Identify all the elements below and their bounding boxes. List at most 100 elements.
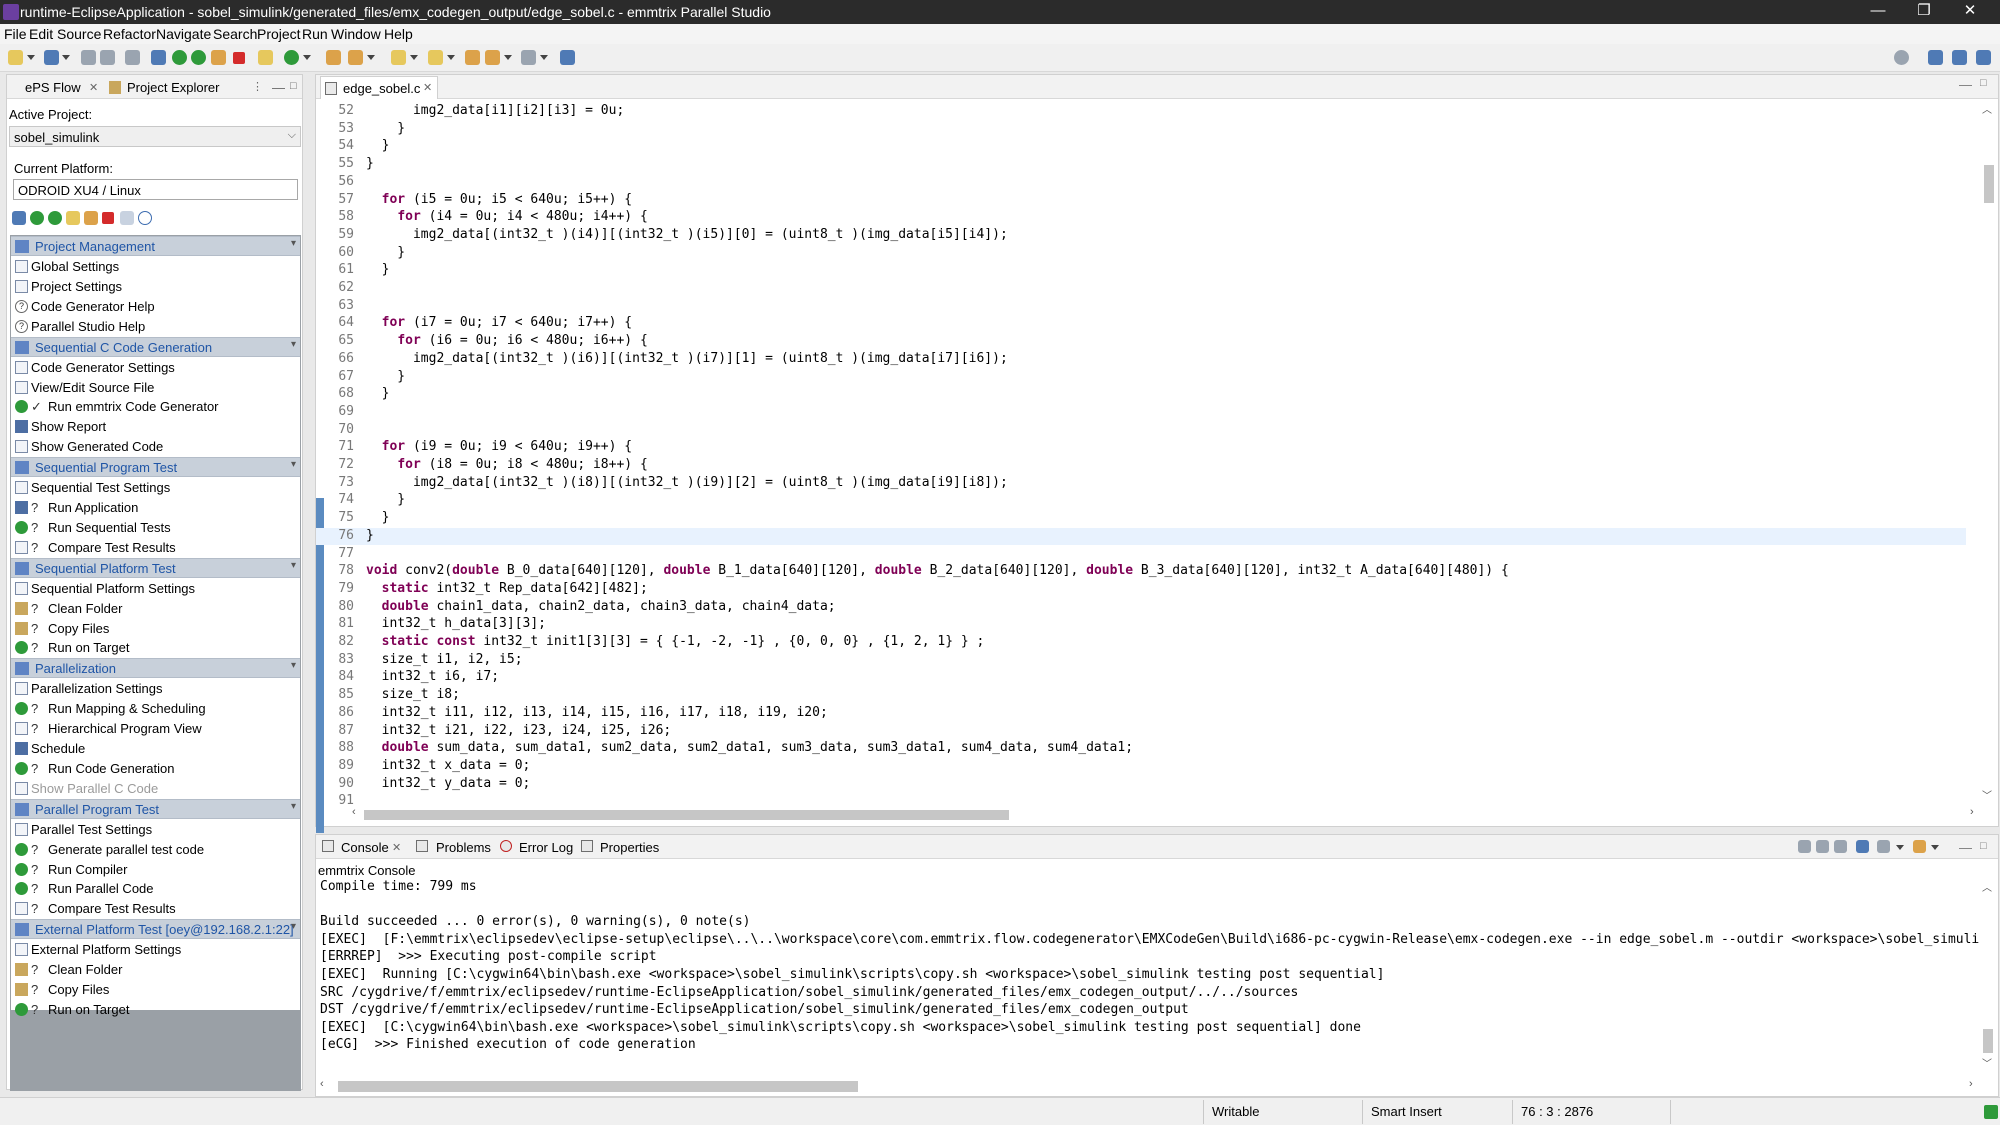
flow-item[interactable]: ? Copy Files: [11, 980, 300, 1000]
tab-edge-sobel-c[interactable]: edge_sobel.c ✕: [320, 76, 438, 99]
console-output[interactable]: Compile time: 799 ms Build succeeded ...…: [320, 879, 1980, 1064]
collapse-icon[interactable]: ▾: [291, 459, 296, 470]
code-line[interactable]: 64 for (i7 = 0u; i7 < 640u; i7++) {: [316, 315, 1966, 333]
code-line[interactable]: 89 int32_t x_data = 0;: [316, 758, 1966, 776]
code-line[interactable]: 52 img2_data[i1][i2][i3] = 0u;: [316, 103, 1966, 121]
maximize-view-icon[interactable]: □: [290, 80, 297, 92]
maximize-editor-icon[interactable]: □: [1980, 77, 1987, 89]
flow-item[interactable]: Parallel Test Settings: [11, 820, 300, 840]
collapse-icon[interactable]: ▾: [291, 238, 296, 249]
code-line[interactable]: 53 }: [316, 121, 1966, 139]
flow-help-icon[interactable]: [138, 211, 152, 225]
open-console-icon[interactable]: [1913, 840, 1926, 853]
code-line[interactable]: 82 static const int32_t init1[3][3] = { …: [316, 634, 1966, 652]
flow-item[interactable]: ? Run Code Generation: [11, 759, 300, 779]
code-line[interactable]: 76}: [316, 527, 1966, 546]
forward-dropdown-icon[interactable]: [540, 55, 548, 60]
menu-source[interactable]: Source: [57, 26, 101, 42]
maximize-button[interactable]: ❐: [1901, 0, 1947, 24]
code-line[interactable]: 78 void conv2(double B_0_data[640][120], …: [316, 563, 1966, 581]
flow-item[interactable]: Show Report: [11, 417, 300, 437]
tools-dropdown-icon[interactable]: [367, 55, 375, 60]
code-line[interactable]: 75 }: [316, 510, 1966, 528]
word-wrap-icon[interactable]: [1834, 840, 1847, 853]
code-text[interactable]: 52 img2_data[i1][i2][i3] = 0u; 53 } 54 } 55…: [316, 101, 1966, 805]
tab-properties[interactable]: Properties: [600, 840, 659, 855]
code-line[interactable]: 80 double chain1_data, chain2_data, chai…: [316, 599, 1966, 617]
scroll-left-icon[interactable]: ‹: [320, 1078, 324, 1090]
flow-item[interactable]: Code Generator Settings: [11, 358, 300, 378]
code-line[interactable]: 85 size_t i8;: [316, 687, 1966, 705]
flow-item[interactable]: ? Run Sequential Tests: [11, 518, 300, 538]
flow-item[interactable]: ? Run Parallel Code: [11, 879, 300, 899]
run-icon[interactable]: [172, 50, 187, 65]
code-line[interactable]: 61 }: [316, 262, 1966, 280]
flow-stop-icon[interactable]: [102, 212, 114, 224]
scroll-thumb[interactable]: [364, 810, 1009, 820]
debug-dropdown-icon[interactable]: [303, 55, 311, 60]
code-line[interactable]: 91: [316, 793, 1966, 805]
view-menu-icon[interactable]: ⋮: [252, 80, 263, 93]
current-platform-field[interactable]: ODROID XU4 / Linux: [13, 179, 298, 200]
editor-horizontal-scrollbar[interactable]: ‹ ›: [352, 806, 1978, 822]
open-console-dropdown-icon[interactable]: [1931, 845, 1939, 850]
code-line[interactable]: 77: [316, 546, 1966, 564]
pin-icon[interactable]: [560, 50, 575, 65]
tab-console[interactable]: Console: [341, 840, 389, 855]
last-edit-icon[interactable]: [465, 50, 480, 65]
minimize-button[interactable]: —: [1855, 0, 1901, 24]
flow-item[interactable]: ? Run Mapping & Scheduling: [11, 699, 300, 719]
flow-item[interactable]: ? Run Application: [11, 498, 300, 518]
new-dropdown-icon[interactable]: [27, 55, 35, 60]
flow-item[interactable]: Show Generated Code: [11, 437, 300, 457]
close-button[interactable]: ✕: [1947, 0, 1993, 24]
flow-section-header[interactable]: Sequential C Code Generation ▾: [11, 336, 300, 357]
flow-item[interactable]: Project Settings: [11, 277, 300, 297]
minimize-console-icon[interactable]: —: [1959, 840, 1972, 855]
flow-item[interactable]: ? Run on Target: [11, 638, 300, 658]
code-line[interactable]: 83 size_t i1, i2, i5;: [316, 652, 1966, 670]
scroll-lock-icon[interactable]: [1816, 840, 1829, 853]
pin-console-icon[interactable]: [1856, 840, 1869, 853]
open-dropdown-icon[interactable]: [62, 55, 70, 60]
new-icon[interactable]: [8, 50, 23, 65]
flow-item[interactable]: View/Edit Source File: [11, 378, 300, 398]
next-annotation-dropdown-icon[interactable]: [410, 55, 418, 60]
save-all-icon[interactable]: [100, 50, 115, 65]
scroll-up-icon[interactable]: ︿: [1982, 879, 1992, 894]
code-line[interactable]: 84 int32_t i6, i7;: [316, 669, 1966, 687]
tab-error-log[interactable]: Error Log: [519, 840, 573, 855]
flow-item[interactable]: Sequential Platform Settings: [11, 579, 300, 599]
flow-item[interactable]: ? Compare Test Results: [11, 899, 300, 919]
code-line[interactable]: 57 for (i5 = 0u; i5 < 640u; i5++) {: [316, 192, 1966, 210]
package-icon[interactable]: [326, 50, 341, 65]
close-icon[interactable]: ✕: [423, 81, 432, 94]
open-perspective-icon[interactable]: [1928, 50, 1943, 65]
collapse-icon[interactable]: ▾: [291, 560, 296, 571]
code-line[interactable]: 63: [316, 298, 1966, 316]
flow-item[interactable]: ? Hierarchical Program View: [11, 719, 300, 739]
code-line[interactable]: 70: [316, 422, 1966, 440]
console-horizontal-scrollbar[interactable]: ‹ ›: [320, 1078, 1976, 1094]
flow-run-icon[interactable]: [30, 211, 44, 225]
flow-settings-icon[interactable]: [12, 211, 26, 225]
code-line[interactable]: 62: [316, 280, 1966, 298]
code-line[interactable]: 87 int32_t i21, i22, i23, i24, i25, i26;: [316, 723, 1966, 741]
back-icon[interactable]: [485, 50, 500, 65]
editor-vertical-scrollbar[interactable]: ︿ ﹀: [1980, 101, 1996, 802]
search-icon[interactable]: [1894, 50, 1909, 65]
display-console-icon[interactable]: [1877, 840, 1890, 853]
code-line[interactable]: 67 }: [316, 369, 1966, 387]
flow-item[interactable]: Schedule: [11, 739, 300, 759]
code-line[interactable]: 90 int32_t y_data = 0;: [316, 776, 1966, 794]
menu-navigate[interactable]: Navigate: [156, 26, 211, 42]
flow-item[interactable]: ? Copy Files: [11, 619, 300, 639]
flow-item[interactable]: Global Settings: [11, 257, 300, 277]
flow-warning-icon[interactable]: [120, 211, 134, 225]
stop-icon[interactable]: [233, 52, 245, 64]
minimize-editor-icon[interactable]: —: [1959, 77, 1972, 92]
flow-section-header[interactable]: Sequential Platform Test ▾: [11, 557, 300, 578]
tab-eps-flow[interactable]: ePS Flow: [25, 80, 81, 95]
flow-edit-icon[interactable]: [66, 211, 80, 225]
menu-window[interactable]: Window: [331, 26, 381, 42]
